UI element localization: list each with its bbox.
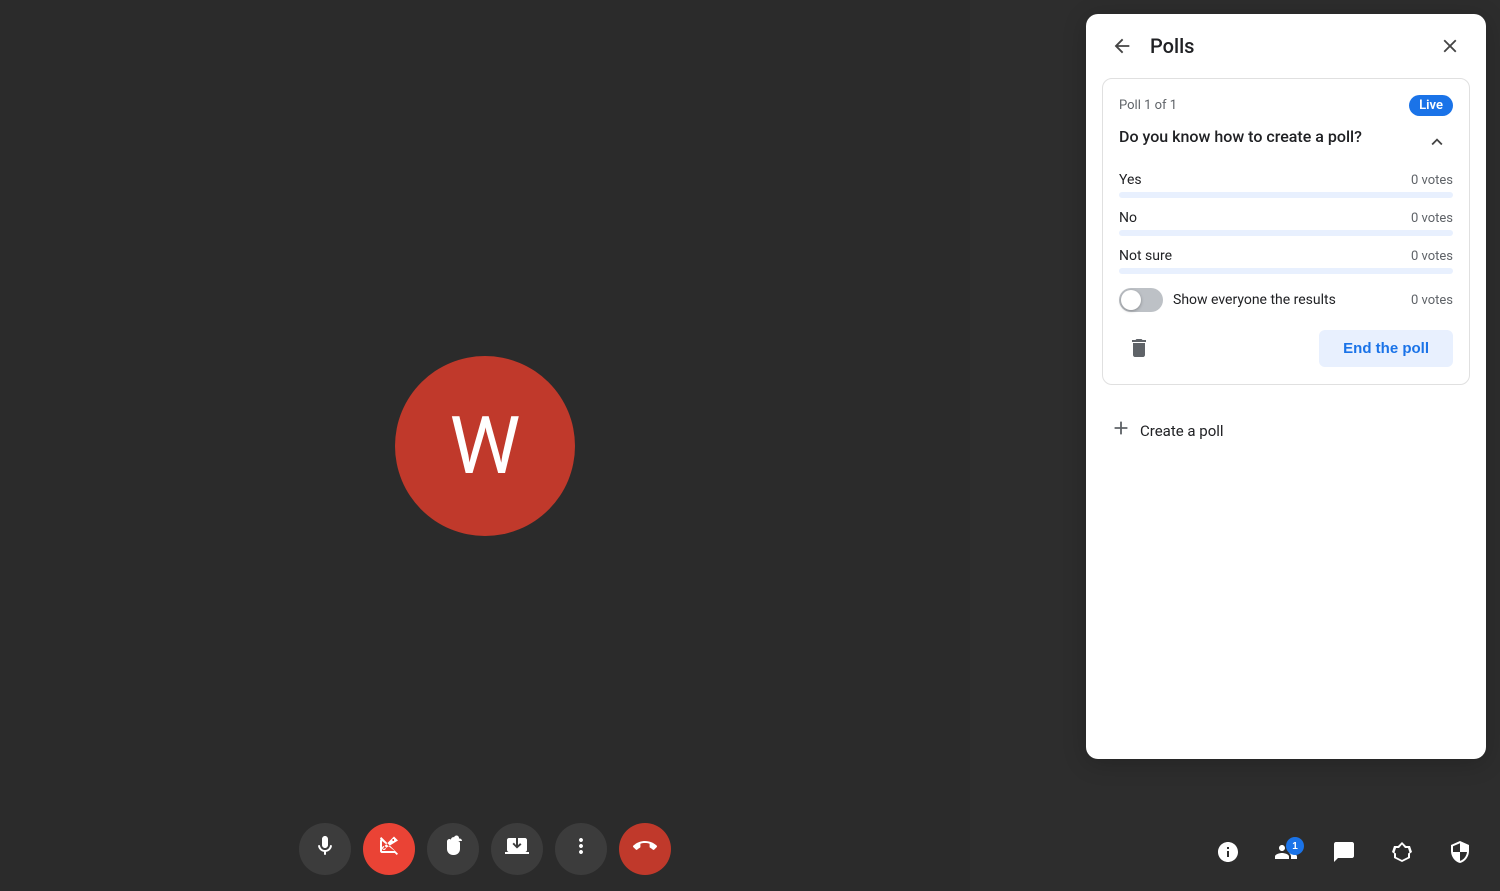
panel-header: Polls — [1086, 14, 1486, 78]
share-screen-button[interactable] — [491, 823, 543, 875]
security-icon — [1448, 840, 1472, 870]
panel-title: Polls — [1150, 34, 1422, 58]
bottom-toolbar — [0, 811, 970, 891]
people-badge: 1 — [1286, 837, 1304, 855]
video-area: W — [0, 0, 970, 891]
show-results-row: Show everyone the results 0 votes — [1119, 288, 1453, 312]
poll-collapse-button[interactable] — [1421, 126, 1453, 158]
camera-button[interactable] — [363, 823, 415, 875]
raise-hand-button[interactable] — [427, 823, 479, 875]
show-results-label: Show everyone the results — [1173, 292, 1336, 308]
meeting-info-button[interactable] — [1208, 835, 1248, 875]
hand-icon — [441, 834, 465, 864]
avatar: W — [395, 356, 575, 536]
show-results-toggle[interactable] — [1119, 288, 1163, 312]
show-results-votes: 0 votes — [1411, 293, 1453, 308]
end-poll-button[interactable]: End the poll — [1319, 330, 1453, 367]
create-poll-label: Create a poll — [1140, 422, 1224, 440]
more-vert-icon — [569, 834, 593, 864]
option-not-sure-label: Not sure — [1119, 248, 1172, 264]
live-badge: Live — [1409, 95, 1453, 116]
option-not-sure-votes: 0 votes — [1411, 249, 1453, 264]
security-button[interactable] — [1440, 835, 1480, 875]
share-screen-icon — [505, 834, 529, 864]
poll-card: Poll 1 of 1 Live Do you know how to crea… — [1102, 78, 1470, 385]
poll-option-not-sure: Not sure 0 votes — [1119, 248, 1453, 274]
toggle-knob — [1121, 290, 1141, 310]
option-no-bar — [1119, 230, 1453, 236]
info-icon — [1216, 840, 1240, 870]
close-panel-button[interactable] — [1434, 30, 1466, 62]
poll-actions: End the poll — [1119, 328, 1453, 368]
activities-button[interactable] — [1382, 835, 1422, 875]
create-poll-icon — [1110, 417, 1132, 444]
poll-option-yes: Yes 0 votes — [1119, 172, 1453, 198]
mic-icon — [313, 834, 337, 864]
end-call-button[interactable] — [619, 823, 671, 875]
mic-button[interactable] — [299, 823, 351, 875]
activities-icon — [1390, 840, 1414, 870]
delete-poll-button[interactable] — [1119, 328, 1159, 368]
poll-question: Do you know how to create a poll? — [1119, 126, 1421, 148]
back-button[interactable] — [1106, 30, 1138, 62]
poll-counter: Poll 1 of 1 — [1119, 98, 1177, 113]
option-no-votes: 0 votes — [1411, 211, 1453, 226]
chat-button[interactable] — [1324, 835, 1364, 875]
poll-question-row: Do you know how to create a poll? — [1119, 126, 1453, 158]
toolbar-center — [299, 823, 671, 875]
more-options-button[interactable] — [555, 823, 607, 875]
create-poll-row[interactable]: Create a poll — [1102, 401, 1470, 460]
option-no-label: No — [1119, 210, 1137, 226]
chat-icon — [1332, 840, 1356, 870]
poll-card-header: Poll 1 of 1 Live — [1119, 95, 1453, 116]
camera-off-icon — [377, 834, 401, 864]
avatar-letter: W — [450, 406, 521, 486]
option-yes-label: Yes — [1119, 172, 1142, 188]
panel-content: Poll 1 of 1 Live Do you know how to crea… — [1086, 78, 1486, 759]
polls-panel: Polls Poll 1 of 1 Live Do you know how t… — [1086, 14, 1486, 759]
end-call-icon — [633, 834, 657, 864]
status-bar: 1 — [1208, 835, 1480, 875]
option-not-sure-bar — [1119, 268, 1453, 274]
option-yes-bar — [1119, 192, 1453, 198]
people-button[interactable]: 1 — [1266, 835, 1306, 875]
poll-option-no: No 0 votes — [1119, 210, 1453, 236]
option-yes-votes: 0 votes — [1411, 173, 1453, 188]
